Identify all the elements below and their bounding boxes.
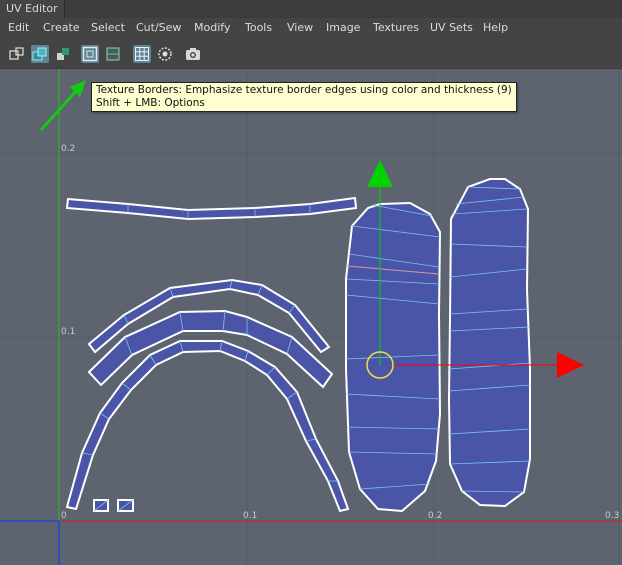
window-title: UV Editor — [0, 0, 65, 18]
grid-button[interactable] — [133, 45, 151, 63]
tooltip-line-1: Texture Borders: Emphasize texture borde… — [96, 84, 512, 96]
snapshot-button[interactable] — [184, 45, 202, 63]
menu-select[interactable]: Select — [91, 20, 125, 36]
uv-component-icon — [9, 47, 24, 60]
texture-borders-button[interactable] — [81, 45, 99, 63]
snapshot-icon — [186, 48, 200, 60]
menu-view[interactable]: View — [287, 20, 313, 36]
distortion-icon — [57, 48, 69, 60]
texture-borders-tooltip: Texture Borders: Emphasize texture borde… — [91, 82, 517, 112]
pivot-button[interactable] — [156, 45, 174, 63]
uv-shell-square-1[interactable] — [93, 499, 109, 512]
menu-cut-sew[interactable]: Cut/Sew — [136, 20, 181, 36]
texture-borders-icon — [82, 46, 98, 62]
menu-modify[interactable]: Modify — [194, 20, 230, 36]
shaded-uv-button[interactable] — [31, 45, 49, 63]
title-bar: UV Editor — [0, 0, 622, 18]
uv-shell-tall-right[interactable] — [447, 178, 531, 508]
grid-icon — [135, 47, 149, 61]
uv-component-button[interactable] — [8, 45, 26, 63]
menu-bar: Edit Create Select Cut/Sew Modify Tools … — [0, 18, 622, 38]
menu-tools[interactable]: Tools — [245, 20, 272, 36]
uv-border-icon — [106, 47, 120, 61]
v-tick-label: 0.1 — [61, 327, 76, 337]
toolbar — [0, 38, 622, 69]
shaded-uv-icon — [32, 47, 47, 61]
uv-border-button[interactable] — [104, 45, 122, 63]
v-tick-label: 0.2 — [61, 144, 76, 154]
menu-uv-sets[interactable]: UV Sets — [430, 20, 473, 36]
uv-shell-tall-left[interactable] — [345, 201, 442, 513]
menu-textures[interactable]: Textures — [373, 20, 419, 36]
annotation-arrow — [39, 80, 86, 132]
menu-image[interactable]: Image — [326, 20, 360, 36]
distortion-button[interactable] — [54, 45, 72, 63]
menu-edit[interactable]: Edit — [8, 20, 29, 36]
uv-shell-strip-top[interactable] — [65, 196, 358, 221]
uv-editor-window: UV Editor Edit Create Select Cut/Sew Mod… — [0, 0, 622, 565]
pivot-icon — [158, 47, 172, 61]
uv-viewport[interactable]: 0.2 0.1 0 0.1 0.2 0.3 — [0, 69, 622, 565]
menu-create[interactable]: Create — [43, 20, 80, 36]
u-tick-label: 0.1 — [243, 511, 258, 521]
u-tick-label: 0.3 — [605, 511, 620, 521]
u-tick-label: 0 — [61, 511, 67, 521]
u-tick-label: 0.2 — [428, 511, 443, 521]
menu-help[interactable]: Help — [483, 20, 508, 36]
manip-u-arrow[interactable] — [557, 352, 584, 378]
uv-shell-square-2[interactable] — [117, 499, 134, 512]
manip-v-arrow[interactable] — [367, 160, 393, 187]
tooltip-line-2: Shift + LMB: Options — [96, 97, 205, 109]
